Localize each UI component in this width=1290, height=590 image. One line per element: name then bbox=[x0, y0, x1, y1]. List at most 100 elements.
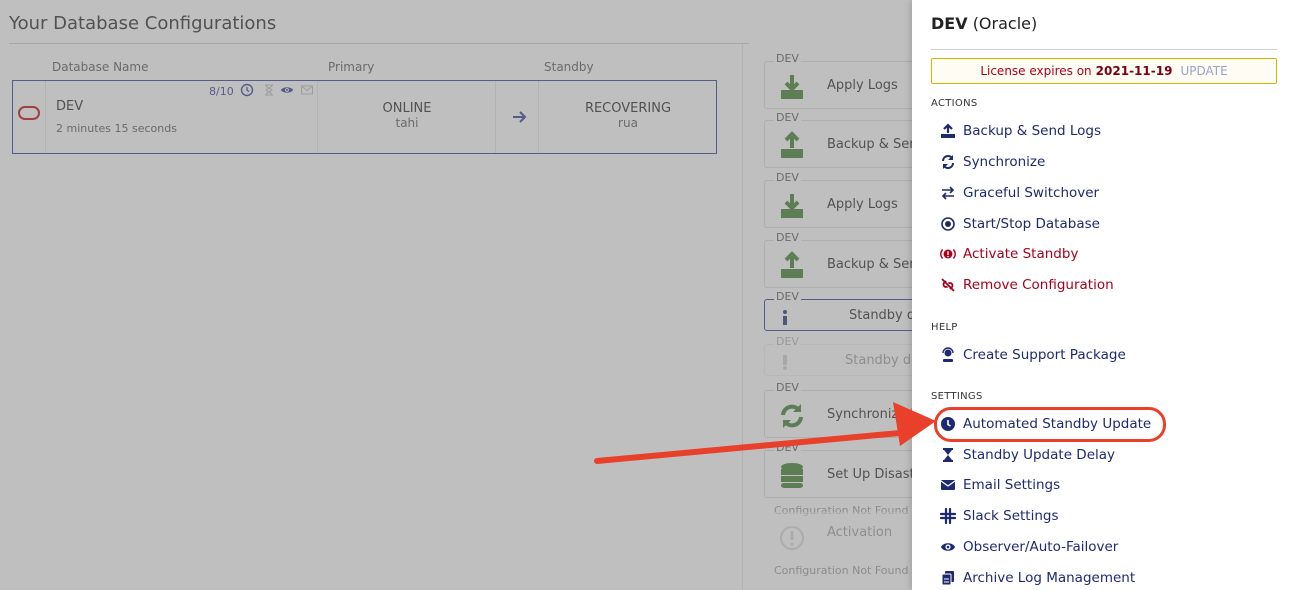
activity-label: Synchronize D bbox=[827, 407, 912, 422]
page-title: Your Database Configurations bbox=[9, 13, 277, 34]
activity-card[interactable]: Activation bbox=[764, 512, 912, 560]
menu-item-observer-auto-failover[interactable]: Observer/Auto-Failover bbox=[940, 536, 1118, 558]
unlink-icon bbox=[941, 278, 955, 292]
menu-item-label: Start/Stop Database bbox=[963, 216, 1100, 232]
activity-label: Set Up Disast bbox=[827, 467, 912, 482]
upload-icon bbox=[781, 251, 803, 278]
panel-title: DEV (Oracle) bbox=[931, 14, 1037, 33]
menu-item-label: Observer/Auto-Failover bbox=[963, 539, 1119, 555]
database-actions-panel: DEV (Oracle) License expires on 2021-11-1… bbox=[912, 0, 1290, 590]
switch-icon bbox=[941, 186, 955, 200]
menu-item-activate-standby[interactable]: Activate Standby bbox=[940, 243, 1078, 265]
activity-card[interactable]: DEV Backup & Sen bbox=[764, 231, 912, 288]
activity-card[interactable]: DEV Set Up Disast bbox=[764, 441, 912, 498]
arrow-right-icon bbox=[513, 111, 527, 123]
activity-tag: DEV bbox=[774, 335, 801, 348]
menu-item-email-settings[interactable]: Email Settings bbox=[940, 474, 1060, 496]
menu-item-label: Slack Settings bbox=[963, 508, 1059, 524]
divider bbox=[931, 49, 1277, 50]
license-banner: License expires on 2021-11-19 UPDATE bbox=[931, 58, 1277, 84]
activity-label: Standby de bbox=[845, 353, 912, 368]
alert-icon bbox=[780, 526, 804, 550]
menu-item-label: Email Settings bbox=[963, 477, 1061, 493]
column-header-name: Database Name bbox=[52, 60, 149, 74]
activity-card[interactable]: DEV Standby de bbox=[764, 335, 912, 376]
activity-tag: Configuration Not Found bbox=[774, 564, 909, 577]
menu-item-archive-log-management[interactable]: Archive Log Management bbox=[940, 567, 1135, 589]
activity-tag: DEV bbox=[774, 290, 801, 303]
activity-tag: DEV bbox=[774, 171, 801, 184]
eye-icon bbox=[941, 543, 955, 551]
license-date: 2021-11-19 bbox=[1095, 64, 1173, 78]
license-update-link[interactable]: UPDATE bbox=[1180, 64, 1227, 78]
activity-tag: DEV bbox=[774, 231, 801, 244]
menu-item-graceful-switchover[interactable]: Graceful Switchover bbox=[940, 182, 1099, 204]
activity-label: Standby d bbox=[849, 308, 912, 323]
primary-host: tahi bbox=[395, 116, 419, 130]
activity-divider bbox=[742, 44, 743, 590]
info-icon bbox=[783, 310, 787, 325]
database-icon bbox=[781, 463, 803, 488]
download-icon bbox=[781, 75, 803, 99]
panel-database-name: DEV bbox=[931, 14, 968, 33]
database-row[interactable]: DEV 2 minutes 15 seconds 8/10 ONLINE tah… bbox=[12, 80, 717, 154]
menu-item-label: Synchronize bbox=[963, 154, 1046, 170]
menu-item-start-stop-database[interactable]: Start/Stop Database bbox=[940, 213, 1100, 235]
sync-icon bbox=[781, 404, 803, 428]
menu-item-synchronize[interactable]: Synchronize bbox=[940, 151, 1045, 173]
name-cell bbox=[46, 81, 318, 153]
activity-label: Apply Logs bbox=[827, 197, 898, 212]
support-icon bbox=[942, 347, 954, 362]
activity-label: Backup & Sen bbox=[827, 137, 912, 152]
primary-status: ONLINE bbox=[382, 101, 432, 116]
activity-card[interactable]: DEV Standby d bbox=[764, 290, 912, 331]
activity-card[interactable]: DEV Apply Logs bbox=[764, 52, 912, 109]
menu-item-label: Remove Configuration bbox=[963, 277, 1114, 293]
power-icon bbox=[941, 217, 955, 231]
envelope-icon bbox=[940, 480, 956, 490]
menu-item-standby-update-delay[interactable]: Standby Update Delay bbox=[940, 444, 1115, 466]
sync-icon bbox=[942, 155, 954, 169]
standby-status: RECOVERING bbox=[584, 101, 672, 116]
menu-item-backup-send-logs[interactable]: Backup & Send Logs bbox=[940, 120, 1101, 142]
divider bbox=[9, 43, 749, 44]
primary-cell: ONLINE tahi bbox=[318, 81, 496, 153]
menu-item-slack-settings[interactable]: Slack Settings bbox=[940, 505, 1059, 527]
activity-card[interactable]: DEV Apply Logs bbox=[764, 171, 912, 228]
clock-icon bbox=[941, 417, 955, 431]
activity-card[interactable]: DEV Backup & Sen bbox=[764, 111, 912, 168]
panel-database-type: (Oracle) bbox=[972, 14, 1038, 33]
section-heading-settings: SETTINGS bbox=[931, 391, 983, 402]
menu-item-automated-standby-update[interactable]: Automated Standby Update bbox=[940, 413, 1151, 435]
menu-item-remove-configuration[interactable]: Remove Configuration bbox=[940, 274, 1114, 296]
oracle-logo-icon bbox=[18, 106, 40, 120]
hourglass-icon bbox=[943, 448, 953, 462]
license-text: License expires on bbox=[980, 64, 1092, 78]
copy-icon bbox=[941, 571, 954, 586]
activity-label: Activation bbox=[827, 525, 893, 540]
menu-item-label: Automated Standby Update bbox=[963, 416, 1152, 432]
activity-label: Backup & Sen bbox=[827, 257, 912, 272]
alert-icon bbox=[783, 355, 787, 370]
menu-item-create-support-package[interactable]: Create Support Package bbox=[940, 344, 1126, 366]
menu-item-label: Standby Update Delay bbox=[963, 447, 1116, 463]
upload-icon bbox=[941, 123, 955, 138]
section-heading-actions: ACTIONS bbox=[931, 98, 978, 109]
download-icon bbox=[781, 194, 803, 218]
activity-tag: DEV bbox=[774, 111, 801, 124]
menu-item-label: Create Support Package bbox=[963, 347, 1126, 363]
column-header-standby: Standby bbox=[544, 60, 594, 74]
upload-icon bbox=[781, 131, 803, 158]
slack-icon bbox=[940, 508, 956, 524]
activity-card[interactable]: DEV Synchronize D bbox=[764, 381, 912, 438]
activity-label: Apply Logs bbox=[827, 78, 898, 93]
column-header-primary: Primary bbox=[328, 60, 375, 74]
menu-item-label: Activate Standby bbox=[963, 246, 1079, 262]
section-heading-help: HELP bbox=[931, 322, 958, 333]
alert-icon bbox=[940, 249, 956, 259]
db-type-cell bbox=[13, 81, 46, 153]
database-list-view: Your Database Configurations Database Na… bbox=[0, 0, 912, 590]
standby-cell: RECOVERING rua bbox=[539, 81, 717, 153]
menu-item-label: Archive Log Management bbox=[963, 570, 1136, 586]
menu-item-label: Backup & Send Logs bbox=[963, 123, 1102, 139]
